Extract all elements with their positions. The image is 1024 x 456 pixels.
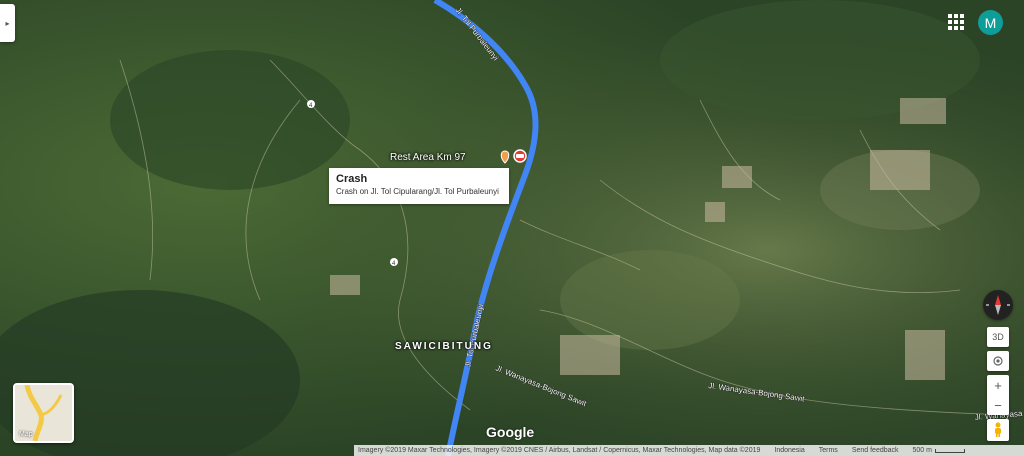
terms-link[interactable]: Terms	[819, 447, 838, 454]
region-link[interactable]: Indonesia	[774, 447, 804, 454]
rest-area-label[interactable]: Rest Area Km 97	[390, 152, 466, 163]
apps-grid-icon[interactable]	[946, 12, 966, 32]
village-label: SAWICIBITUNG	[395, 341, 493, 352]
zoom-out-button[interactable]: −	[987, 395, 1009, 415]
scale-bar[interactable]: 500 m	[913, 447, 965, 454]
account-avatar[interactable]: M	[978, 10, 1003, 35]
compass-icon[interactable]	[983, 290, 1013, 320]
send-feedback-link[interactable]: Send feedback	[852, 447, 899, 454]
attribution-bar: Imagery ©2019 Maxar Technologies, Imager…	[354, 445, 1024, 456]
crash-icon[interactable]	[513, 149, 527, 163]
incident-title: Crash	[336, 173, 368, 185]
incident-popup[interactable]: Crash Crash on Jl. Tol Cipularang/Jl. To…	[329, 168, 509, 204]
minimap-label: Map	[19, 431, 33, 438]
imagery-attribution: Imagery ©2019 Maxar Technologies, Imager…	[358, 447, 761, 454]
google-logo: Google	[486, 424, 535, 440]
incident-description: Crash on Jl. Tol Cipularang/Jl. Tol Purb…	[336, 187, 499, 196]
my-location-icon[interactable]	[987, 351, 1009, 371]
tilt-3d-button[interactable]: 3D	[987, 327, 1009, 347]
zoom-controls: + −	[987, 375, 1009, 415]
satellite-map[interactable]: Jl. Tol Purbaleunyi Jl. Tol Purbaleunyi …	[0, 0, 1024, 456]
map-type-toggle[interactable]: Map	[13, 383, 74, 443]
side-panel-toggle[interactable]: ▸	[0, 4, 15, 42]
zoom-in-button[interactable]: +	[987, 375, 1009, 395]
pegman-icon[interactable]	[987, 419, 1009, 441]
